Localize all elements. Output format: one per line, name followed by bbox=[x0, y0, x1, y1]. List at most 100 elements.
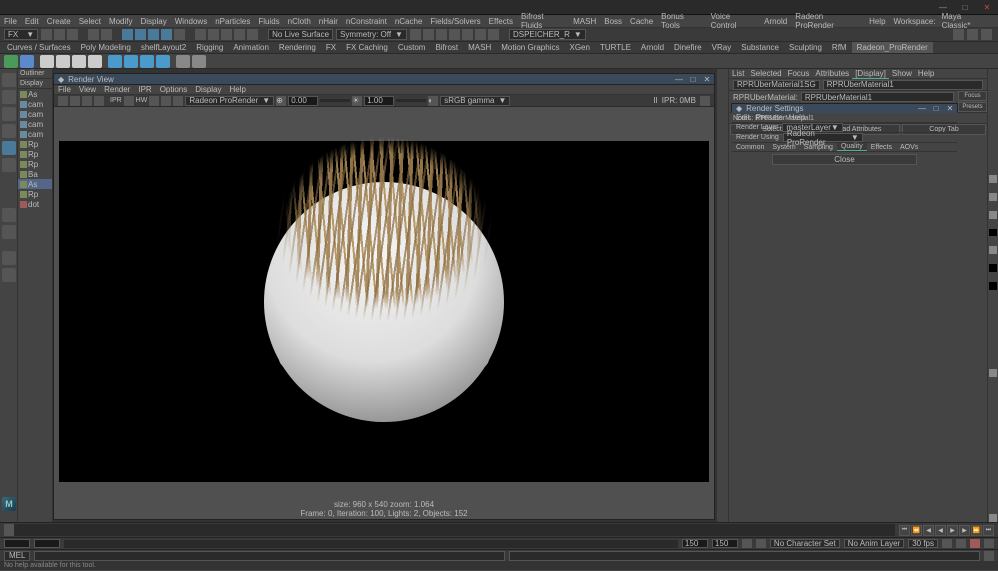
redo-render-icon[interactable] bbox=[58, 96, 68, 106]
step-forward-key-icon[interactable]: ⏩ bbox=[971, 525, 982, 536]
character-set-select[interactable]: No Character Set bbox=[770, 539, 840, 548]
exposure-icon[interactable]: ☀ bbox=[352, 96, 362, 106]
rs-tab[interactable]: Sampling bbox=[800, 143, 837, 151]
render-resolution[interactable]: DSPEICHER_R▼ bbox=[509, 29, 586, 40]
shelf-tab[interactable]: Rendering bbox=[274, 42, 321, 53]
rpr-export-icon[interactable] bbox=[40, 55, 54, 68]
menu-windows[interactable]: Windows bbox=[175, 17, 207, 26]
color-swatch[interactable] bbox=[989, 193, 997, 201]
renderer-selector[interactable]: Radeon ProRender▼ bbox=[185, 96, 274, 106]
rv-minimize[interactable]: — bbox=[672, 75, 686, 84]
shelf-tab[interactable]: Substance bbox=[736, 42, 784, 53]
range-track[interactable] bbox=[64, 540, 678, 548]
layout-single-icon[interactable] bbox=[2, 208, 16, 222]
outliner-item[interactable]: cam bbox=[18, 109, 52, 119]
ae-tab-display[interactable]: [Display] bbox=[852, 69, 889, 79]
light-editor-icon[interactable] bbox=[488, 29, 499, 40]
script-editor-icon[interactable] bbox=[984, 551, 994, 561]
audio-icon[interactable] bbox=[970, 539, 980, 548]
display-alpha-icon[interactable] bbox=[173, 96, 183, 106]
anim-end-field[interactable]: 150 bbox=[712, 539, 738, 548]
new-scene-icon[interactable] bbox=[41, 29, 52, 40]
shelf-tab[interactable]: MASH bbox=[463, 42, 496, 53]
shelf-tab[interactable]: RfM bbox=[827, 42, 852, 53]
outliner-item[interactable]: dot bbox=[18, 199, 52, 209]
rs-minimize[interactable]: — bbox=[915, 104, 929, 113]
ipr-icon[interactable] bbox=[436, 29, 447, 40]
render-setup-icon[interactable] bbox=[475, 29, 486, 40]
range-end-field[interactable]: 150 bbox=[682, 539, 708, 548]
select-multi-icon[interactable] bbox=[174, 29, 185, 40]
module-selector[interactable]: FX▼ bbox=[4, 29, 38, 40]
rv-menu-display[interactable]: Display bbox=[195, 85, 221, 94]
shelf-tab[interactable]: VRay bbox=[707, 42, 737, 53]
ae-focus-button[interactable]: Focus bbox=[958, 91, 987, 101]
anim-start-field[interactable] bbox=[4, 539, 30, 548]
shelf-tab[interactable]: Poly Modeling bbox=[76, 42, 136, 53]
range-start-field[interactable] bbox=[34, 539, 60, 548]
ae-tab[interactable]: Focus bbox=[785, 69, 813, 78]
rpr-ies-icon[interactable] bbox=[156, 55, 170, 68]
colorspace-icon[interactable]: ◐ bbox=[428, 96, 438, 106]
menu-nconstraint[interactable]: nConstraint bbox=[346, 17, 387, 26]
set-key-icon[interactable] bbox=[756, 539, 766, 548]
menu-fields[interactable]: Fields/Solvers bbox=[430, 17, 480, 26]
rs-close-x[interactable]: ✕ bbox=[943, 104, 957, 113]
loop-icon[interactable] bbox=[956, 539, 966, 548]
rv-close[interactable]: ✕ bbox=[700, 75, 714, 84]
outliner-item[interactable]: Rp bbox=[18, 189, 52, 199]
ae-type-field[interactable]: RPRUberMaterial1 bbox=[801, 92, 954, 102]
auto-key-icon[interactable] bbox=[742, 539, 752, 548]
time-slider[interactable]: ⏮ ⏪ ◀ ◀ ▶ ▶ ⏩ ⏭ bbox=[0, 522, 998, 537]
menu-nparticles[interactable]: nParticles bbox=[215, 17, 250, 26]
menu-mash[interactable]: MASH bbox=[573, 17, 596, 26]
zoom-field[interactable]: 0.00 bbox=[288, 96, 318, 106]
zoom-icon[interactable]: ⊕ bbox=[276, 96, 286, 106]
shelf-tab[interactable]: shelfLayout2 bbox=[136, 42, 191, 53]
menu-create[interactable]: Create bbox=[47, 17, 71, 26]
menu-bifrost[interactable]: Bifrost Fluids bbox=[521, 12, 565, 30]
render-settings-icon[interactable] bbox=[449, 29, 460, 40]
shelf-tab[interactable]: FX bbox=[321, 42, 341, 53]
step-back-icon[interactable]: ◀ bbox=[923, 525, 934, 536]
render-icon[interactable] bbox=[94, 96, 104, 106]
shelf-tab-active[interactable]: Radeon_ProRender bbox=[852, 42, 933, 53]
layout-icon[interactable] bbox=[953, 29, 964, 40]
select-obj-icon[interactable] bbox=[161, 29, 172, 40]
shelf-tab[interactable]: Sculpting bbox=[784, 42, 827, 53]
rs-menu-presets[interactable]: Presets bbox=[756, 113, 783, 122]
fps-select[interactable]: 30 fps bbox=[908, 539, 938, 548]
rv-menu-options[interactable]: Options bbox=[160, 85, 188, 94]
rv-menu-view[interactable]: View bbox=[79, 85, 96, 94]
menu-cache[interactable]: Cache bbox=[630, 17, 653, 26]
shelf-tab[interactable]: Curves / Surfaces bbox=[2, 42, 76, 53]
menu-effects[interactable]: Effects bbox=[489, 17, 513, 26]
select-tool-icon[interactable] bbox=[2, 73, 16, 87]
color-swatch[interactable] bbox=[989, 514, 997, 522]
rv-menu-help[interactable]: Help bbox=[230, 85, 246, 94]
ae-tab[interactable]: Show bbox=[889, 69, 915, 78]
rpr-render-icon[interactable] bbox=[4, 55, 18, 68]
outliner-item[interactable]: cam bbox=[18, 99, 52, 109]
menu-file[interactable]: File bbox=[4, 17, 17, 26]
paint-tool-icon[interactable] bbox=[2, 107, 16, 121]
outliner-item[interactable]: Rp bbox=[18, 149, 52, 159]
rv-maximize[interactable]: □ bbox=[686, 75, 700, 84]
colorspace-selector[interactable]: sRGB gamma▼ bbox=[440, 96, 510, 106]
save-scene-icon[interactable] bbox=[67, 29, 78, 40]
open-scene-icon[interactable] bbox=[54, 29, 65, 40]
select-face-icon[interactable] bbox=[148, 29, 159, 40]
render-settings-titlebar[interactable]: ◆Render Settings —□✕ bbox=[732, 104, 957, 113]
shelf-tab[interactable]: TURTLE bbox=[595, 42, 636, 53]
rs-tab[interactable]: AOVs bbox=[896, 143, 922, 151]
color-swatch[interactable] bbox=[989, 282, 997, 290]
ipr-toggle-icon[interactable] bbox=[124, 96, 134, 106]
rs-maximize[interactable]: □ bbox=[929, 104, 943, 113]
ae-tab[interactable]: Selected bbox=[747, 69, 784, 78]
outliner-item[interactable]: cam bbox=[18, 119, 52, 129]
prefs-icon[interactable] bbox=[984, 539, 994, 548]
rv-menu-file[interactable]: File bbox=[58, 85, 71, 94]
render-using-select[interactable]: Radeon ProRender▼ bbox=[783, 133, 863, 142]
panel-icon[interactable] bbox=[967, 29, 978, 40]
outliner-item[interactable]: Rp bbox=[18, 159, 52, 169]
